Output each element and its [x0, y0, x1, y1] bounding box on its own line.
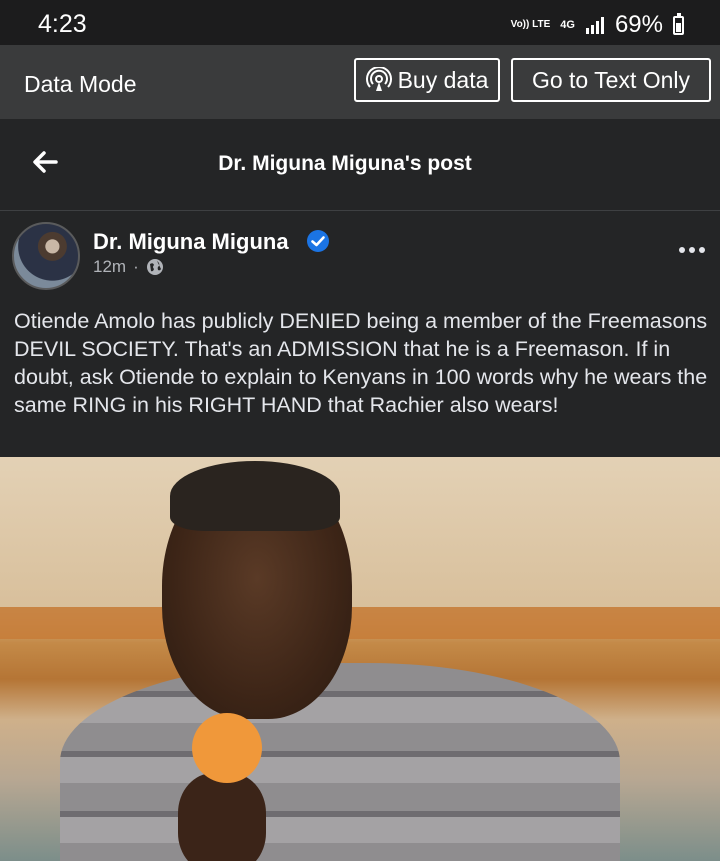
photo-subject-hair: [170, 461, 340, 531]
status-icons: Vo)) LTE 4G 69%: [511, 11, 684, 39]
post-header: Dr. Miguna Miguna's post: [0, 119, 720, 211]
tent-stripe: [0, 607, 720, 639]
photo-subject-body: [60, 663, 620, 861]
signal-icon: [585, 17, 604, 34]
post-meta: 12m ·: [93, 257, 164, 277]
battery-percentage: 69%: [614, 11, 663, 38]
post-time[interactable]: 12m: [93, 257, 126, 277]
buy-data-label: Buy data: [397, 66, 489, 93]
page-title: Dr. Miguna Miguna's post: [218, 152, 472, 175]
meta-separator: ·: [133, 257, 139, 276]
text-only-button[interactable]: Go to Text Only: [511, 58, 711, 102]
author-name[interactable]: Dr. Miguna Miguna: [93, 229, 289, 255]
photo-subject-hand: [178, 773, 266, 861]
status-time: 4:23: [38, 10, 87, 38]
battery-icon: [673, 12, 684, 35]
volte-icon: Vo)) LTE: [510, 19, 551, 30]
status-bar: 4:23 Vo)) LTE 4G 69%: [0, 0, 720, 45]
post-photo[interactable]: [0, 457, 720, 861]
verified-badge-icon: [307, 230, 329, 252]
more-options-icon[interactable]: [678, 238, 706, 262]
avatar[interactable]: [12, 222, 80, 290]
microphone-icon: [192, 713, 262, 783]
post-text: Otiende Amolo has publicly DENIED being …: [14, 309, 708, 417]
data-mode-bar: Data Mode Buy data Go to Text Only: [0, 45, 720, 119]
buy-data-button[interactable]: Buy data: [354, 58, 500, 102]
globe-icon: [146, 259, 163, 275]
broadcast-icon: [365, 67, 392, 91]
text-only-label: Go to Text Only: [531, 66, 691, 93]
network-4g-icon: 4G: [560, 19, 575, 31]
data-mode-label: Data Mode: [24, 71, 137, 97]
